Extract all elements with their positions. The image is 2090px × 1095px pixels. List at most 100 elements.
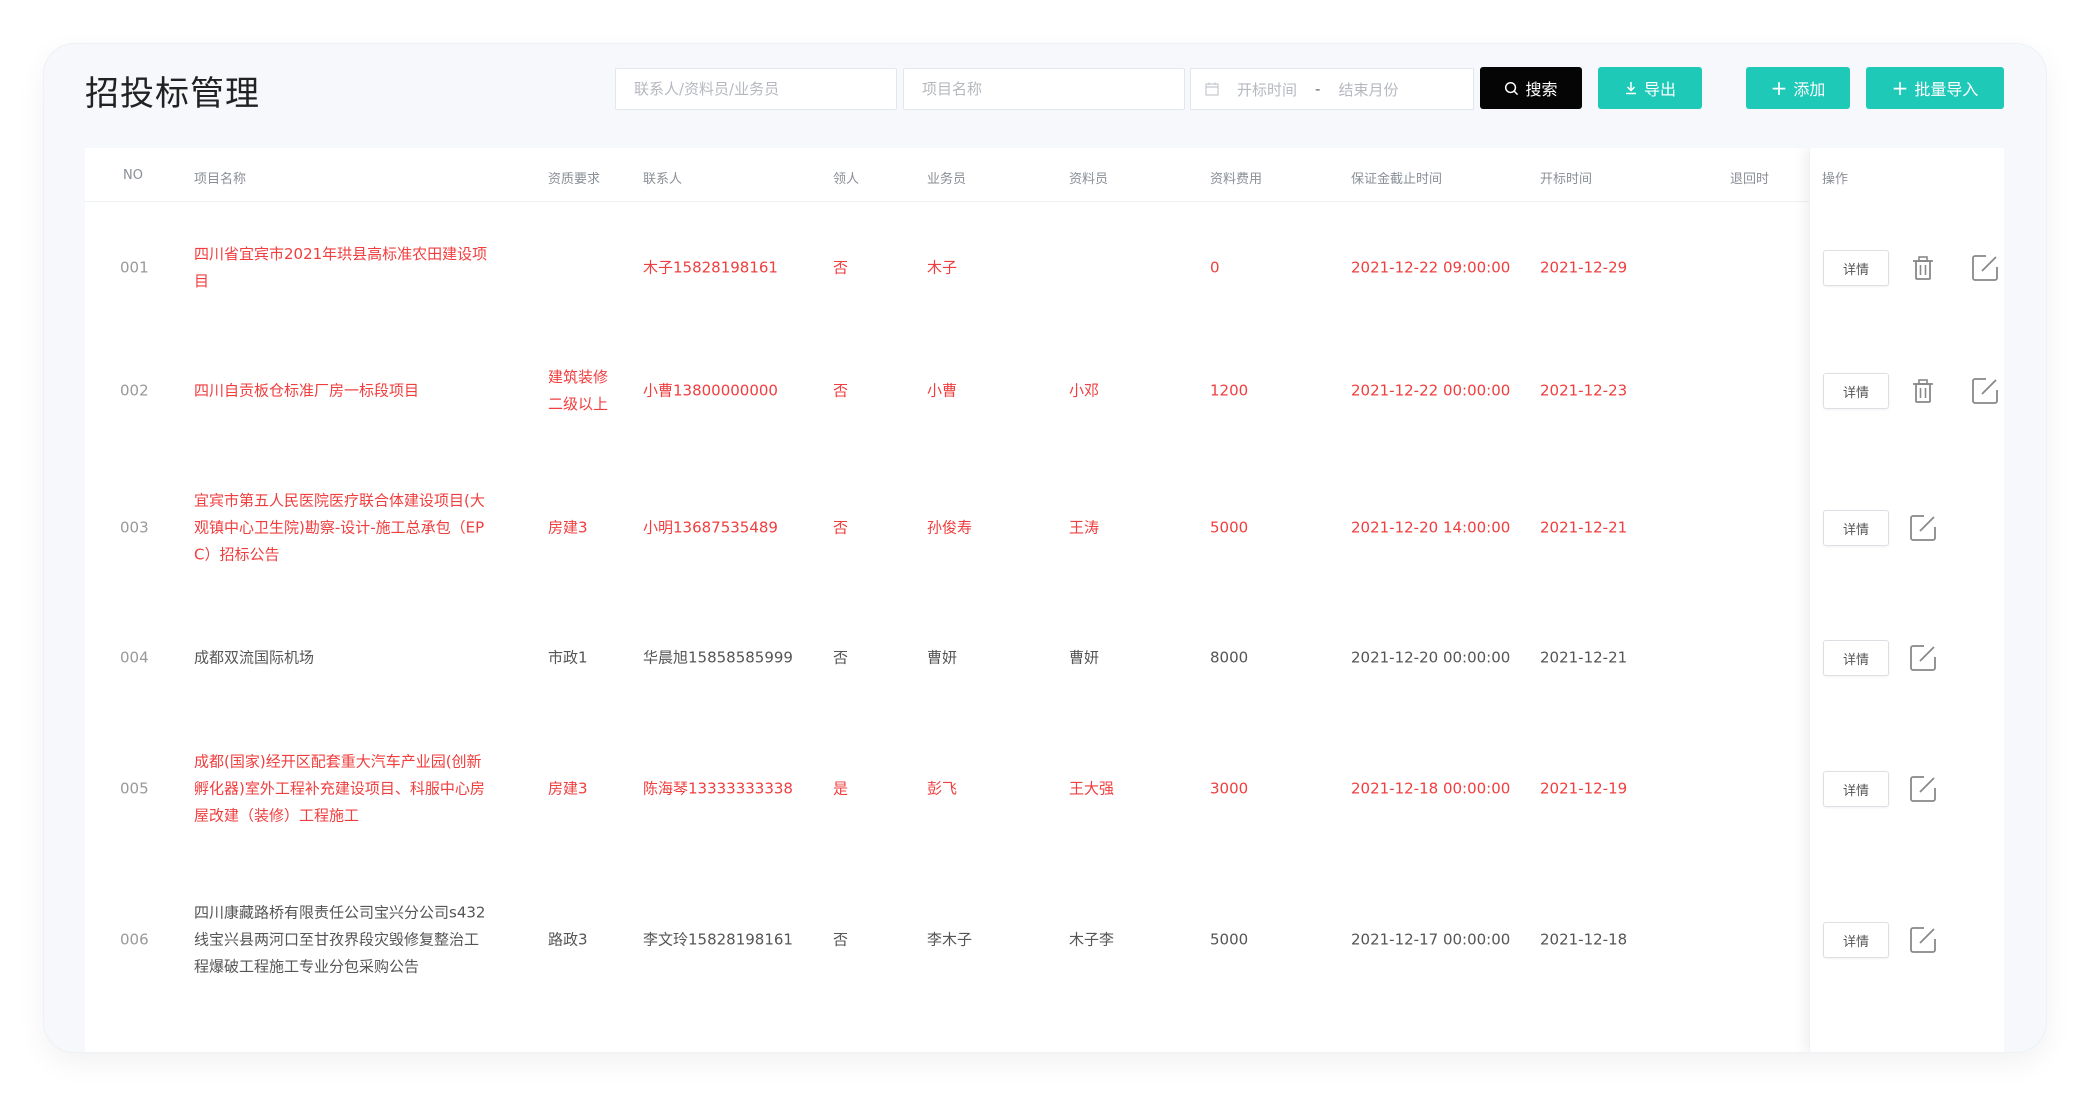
column-header-no: NO — [123, 168, 143, 183]
project-name: 成都双流国际机场 — [194, 645, 314, 672]
deposit-deadline: 2021-12-20 00:00:00 — [1351, 648, 1511, 667]
project-name-line: 宜宾市第五人民医院医疗联合体建设项目(大 — [194, 491, 485, 510]
project-name-line: 屋改建（装修）工程施工 — [194, 806, 360, 825]
project-name-line: 四川省宜宾市2021年珙县高标准农田建设项 — [194, 245, 488, 263]
contact-search-input[interactable] — [615, 68, 897, 110]
claimed: 否 — [833, 648, 849, 667]
project-name: 宜宾市第五人民医院医疗联合体建设项目(大 观镇中心卫生院)勘察-设计-施工总承包（… — [194, 488, 485, 569]
bid-opening-date: 2021-12-21 — [1540, 518, 1628, 537]
qualification: 市政1 — [548, 645, 588, 672]
project-name-line: 四川自贡板仓标准厂房一标段项目 — [194, 381, 420, 400]
detail-button[interactable]: 详情 — [1823, 771, 1889, 807]
column-header-refund: 退回时 — [1730, 172, 1770, 187]
salesperson: 小曹 — [927, 381, 958, 400]
project-name-line: 孵化器)室外工程补充建设项目、科服中心房 — [194, 779, 485, 798]
project-name: 四川自贡板仓标准厂房一标段项目 — [194, 378, 419, 405]
bid-table: NO 项目名称 资质要求 联系人 领人 业务员 资料员 资料费用 保证金截止时间… — [85, 148, 2004, 1052]
edit-icon[interactable] — [1907, 642, 1939, 674]
detail-button[interactable]: 详情 — [1823, 373, 1889, 409]
plus-icon: + — [1891, 76, 1909, 100]
bid-opening-date: 2021-12-21 — [1540, 648, 1628, 667]
project-name-line: 目 — [194, 272, 210, 290]
bid-opening-date: 2021-12-18 — [1540, 930, 1628, 949]
trash-icon[interactable] — [1907, 252, 1939, 284]
detail-button[interactable]: 详情 — [1823, 250, 1889, 286]
batch-import-button-label: 批量导入 — [1914, 80, 1979, 99]
table-row: 006 四川康藏路桥有限责任公司宝兴分公司s432 线宝兴县两河口至甘孜界段灾毁修复… — [85, 885, 2004, 995]
claimed: 否 — [833, 258, 849, 277]
data-clerk: 王大强 — [1069, 779, 1115, 798]
column-header-claimed: 领人 — [833, 172, 860, 187]
contact: 小明13687535489 — [643, 518, 778, 537]
row-number: 001 — [120, 258, 149, 277]
data-fee: 0 — [1210, 258, 1220, 277]
add-button[interactable]: + 添加 — [1746, 67, 1850, 109]
column-header-contact: 联系人 — [643, 172, 683, 187]
detail-button[interactable]: 详情 — [1823, 922, 1889, 958]
deposit-deadline: 2021-12-17 00:00:00 — [1351, 930, 1511, 949]
contact: 木子15828198161 — [643, 258, 778, 277]
row-number: 005 — [120, 779, 149, 798]
project-name-line: 观镇中心卫生院)勘察-设计-施工总承包（EP — [194, 518, 485, 537]
qualification: 路政3 — [548, 927, 588, 954]
row-number: 002 — [120, 381, 149, 400]
data-fee: 8000 — [1210, 648, 1249, 667]
data-fee: 5000 — [1210, 518, 1249, 537]
project-name: 四川省宜宾市2021年珙县高标准农田建设项目 — [194, 241, 487, 295]
project-name: 四川康藏路桥有限责任公司宝兴分公司s432 线宝兴县两河口至甘孜界段灾毁修复整治工… — [194, 900, 485, 981]
edit-icon[interactable] — [1907, 512, 1939, 544]
calendar-icon — [1205, 82, 1219, 96]
add-button-label: 添加 — [1793, 80, 1826, 99]
salesperson: 曹妍 — [927, 648, 958, 667]
page-title: 招投标管理 — [85, 74, 260, 114]
row-number: 004 — [120, 648, 149, 667]
date-separator: - — [1315, 80, 1321, 98]
salesperson: 孙俊寿 — [927, 518, 973, 537]
date-start-input[interactable]: 开标时间 — [1237, 79, 1297, 100]
table-row: 001 四川省宜宾市2021年珙县高标准农田建设项目 木子15828198161 否 木… — [85, 213, 2004, 323]
detail-button[interactable]: 详情 — [1823, 510, 1889, 546]
table-row: 002 四川自贡板仓标准厂房一标段项目 建筑装修 二级以上 小曹13800000000 否… — [85, 336, 2004, 446]
qualification: 房建3 — [548, 515, 588, 542]
column-header-data-fee: 资料费用 — [1210, 172, 1263, 187]
contact: 陈海琴13333333338 — [643, 779, 793, 798]
qualification-line: 建筑装修 — [548, 368, 609, 386]
trash-icon[interactable] — [1907, 375, 1939, 407]
data-clerk: 曹妍 — [1069, 648, 1100, 667]
data-fee: 5000 — [1210, 930, 1249, 949]
deposit-deadline: 2021-12-20 14:00:00 — [1351, 518, 1511, 537]
qualification-line: 市政1 — [548, 648, 588, 667]
edit-icon[interactable] — [1907, 924, 1939, 956]
row-number: 003 — [120, 518, 149, 537]
qualification: 建筑装修 二级以上 — [548, 364, 608, 418]
column-header-bid-opening: 开标时间 — [1540, 172, 1593, 187]
export-button-label: 导出 — [1643, 80, 1676, 99]
claimed: 是 — [833, 779, 849, 798]
edit-icon[interactable] — [1969, 375, 2001, 407]
row-number: 006 — [120, 930, 149, 949]
qualification-line: 二级以上 — [548, 395, 609, 413]
deposit-deadline: 2021-12-22 09:00:00 — [1351, 258, 1511, 277]
data-clerk: 小邓 — [1069, 381, 1100, 400]
deposit-deadline: 2021-12-18 00:00:00 — [1351, 779, 1511, 798]
batch-import-button[interactable]: + 批量导入 — [1866, 67, 2004, 109]
detail-button[interactable]: 详情 — [1823, 640, 1889, 676]
data-clerk: 木子李 — [1069, 930, 1115, 949]
project-name-input[interactable] — [903, 68, 1185, 110]
bid-opening-date: 2021-12-23 — [1540, 381, 1628, 400]
column-header-actions: 操作 — [1822, 172, 1849, 187]
search-icon — [1505, 81, 1519, 95]
date-range-picker[interactable]: 开标时间 - 结束月份 — [1190, 68, 1474, 110]
contact: 李文玲15828198161 — [643, 930, 793, 949]
column-header-qualification: 资质要求 — [548, 172, 601, 187]
claimed: 否 — [833, 518, 849, 537]
edit-icon[interactable] — [1907, 773, 1939, 805]
search-button[interactable]: 搜索 — [1480, 67, 1582, 109]
bid-opening-date: 2021-12-29 — [1540, 258, 1628, 277]
edit-icon[interactable] — [1969, 252, 2001, 284]
project-name-line: 成都(国家)经开区配套重大汽车产业园(创新 — [194, 752, 482, 771]
data-fee: 3000 — [1210, 779, 1249, 798]
salesperson: 彭飞 — [927, 779, 958, 798]
date-end-input[interactable]: 结束月份 — [1338, 79, 1398, 100]
export-button[interactable]: 导出 — [1598, 67, 1702, 109]
